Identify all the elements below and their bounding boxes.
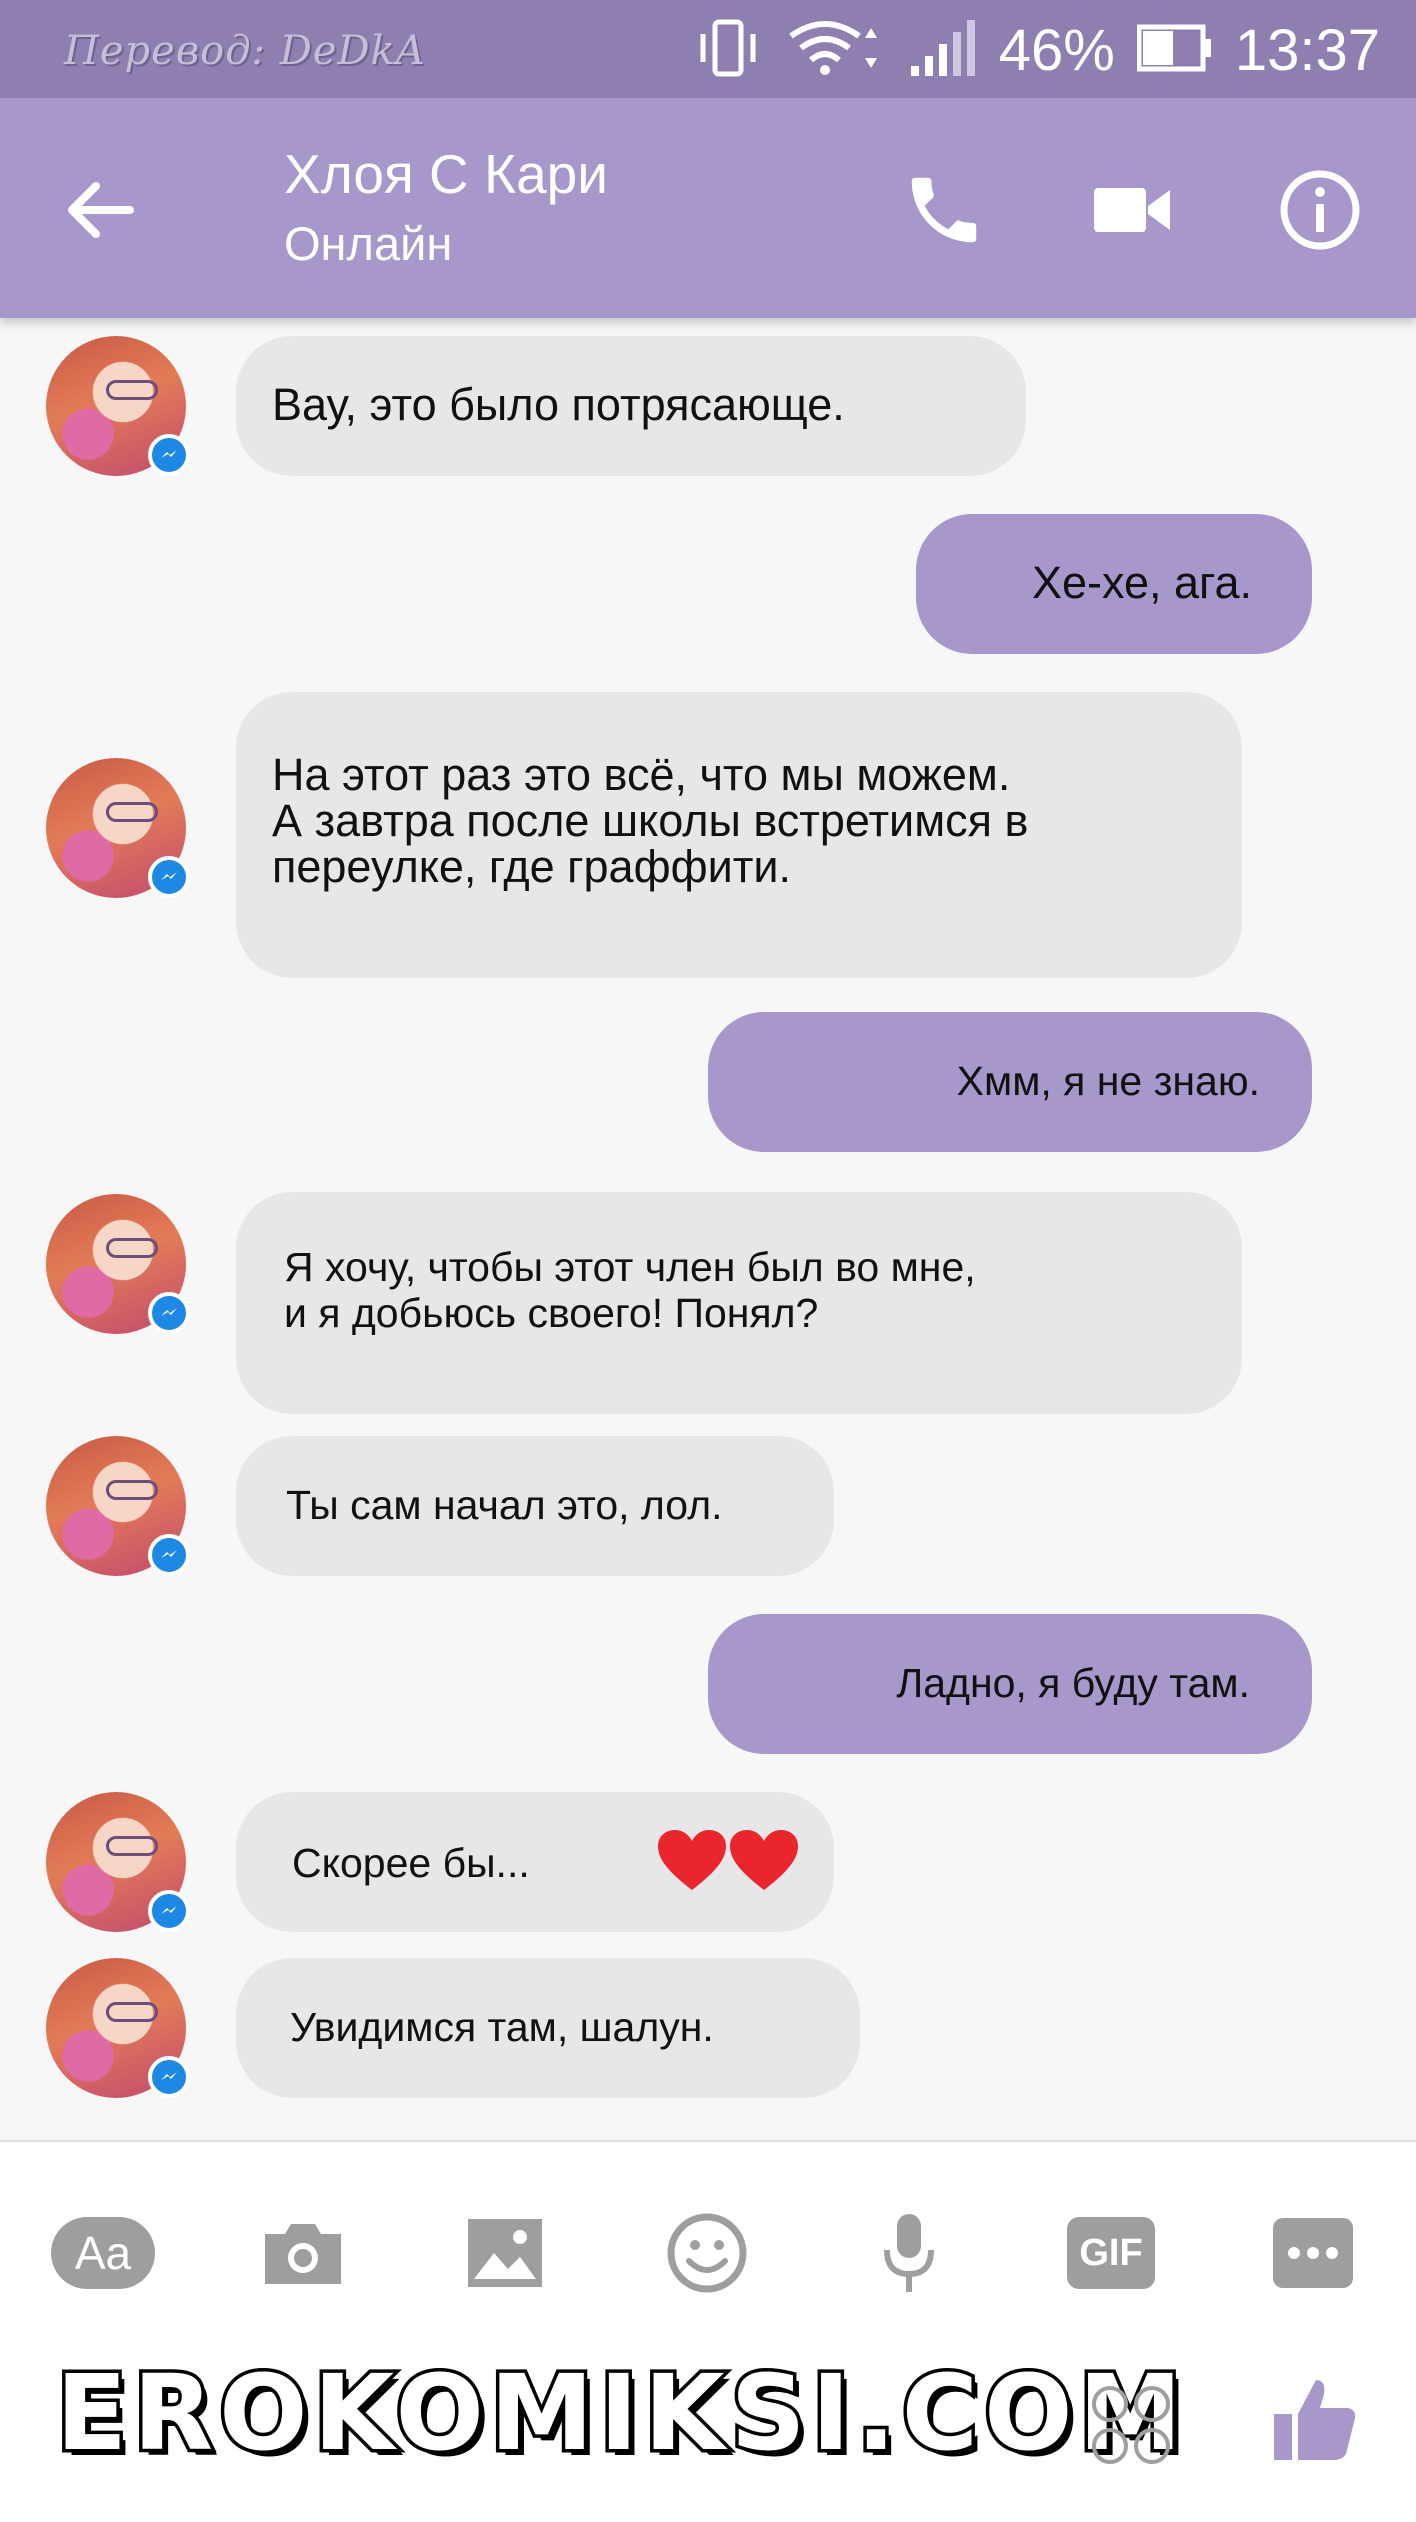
- battery-percent: 46%: [998, 17, 1115, 83]
- more-dots-icon: [1273, 2218, 1353, 2288]
- message-bubble-incoming[interactable]: Вау, это было потрясающе.: [236, 336, 1026, 476]
- message-text: Хмм, я не знаю.: [956, 1058, 1260, 1104]
- messenger-badge-icon: [148, 856, 190, 898]
- camera-icon: [265, 2224, 341, 2284]
- message-text: Я хочу, чтобы этот член был во мне, и я …: [284, 1244, 976, 1336]
- like-button[interactable]: [1270, 2374, 1380, 2484]
- thumbs-up-icon: [1274, 2380, 1356, 2460]
- text-tool-label: Aa: [51, 2217, 155, 2289]
- info-icon: [1280, 170, 1360, 250]
- messenger-badge-icon: [148, 2056, 190, 2098]
- avatar[interactable]: [46, 758, 190, 898]
- message-text: Хе-хе, ага.: [1031, 557, 1252, 608]
- contact-status: Онлайн: [284, 217, 453, 270]
- messenger-badge-icon: [148, 434, 190, 476]
- message-text: Вау, это было потрясающе.: [272, 379, 845, 430]
- message-text: Ладно, я буду там.: [896, 1660, 1250, 1706]
- message-bubble-incoming[interactable]: На этот раз это всё, что мы можем. А зав…: [236, 692, 1242, 978]
- message-bubble-outgoing[interactable]: Хмм, я не знаю.: [708, 1012, 1312, 1152]
- vibrate-icon: [693, 18, 763, 83]
- avatar[interactable]: [46, 1958, 190, 2098]
- gif-label: GIF: [1067, 2217, 1155, 2289]
- chat-header: Хлоя С Кари Онлайн: [0, 98, 1416, 318]
- image-icon: [468, 2219, 542, 2287]
- avatar[interactable]: [46, 1436, 190, 1576]
- back-button[interactable]: [60, 170, 160, 250]
- phone-icon: [911, 177, 977, 243]
- messenger-badge-icon: [148, 1292, 190, 1334]
- avatar[interactable]: [46, 1792, 190, 1932]
- avatar[interactable]: [46, 336, 190, 476]
- message-thread[interactable]: Вау, это было потрясающе. Хе-хе, ага. На…: [0, 318, 1416, 2140]
- video-call-button[interactable]: [1082, 160, 1182, 260]
- emoji-button[interactable]: [652, 2198, 762, 2308]
- message-text: Скорее бы...: [292, 1840, 530, 1886]
- avatar[interactable]: [46, 1194, 190, 1334]
- microphone-icon: [884, 2214, 934, 2292]
- message-text: На этот раз это всё, что мы можем. А зав…: [272, 749, 1029, 892]
- info-button[interactable]: [1270, 160, 1370, 260]
- camera-button[interactable]: [248, 2198, 358, 2308]
- message-bubble-outgoing[interactable]: Хе-хе, ага.: [916, 514, 1312, 654]
- video-camera-icon: [1094, 188, 1170, 232]
- heart-emoji-icon: [658, 1830, 798, 1890]
- message-bubble-incoming[interactable]: Увидимся там, шалун.: [236, 1958, 860, 2098]
- smiley-icon: [667, 2213, 747, 2293]
- messenger-badge-icon: [148, 1890, 190, 1932]
- status-icons: 46% 13:37: [693, 17, 1380, 83]
- status-bar: Перевод: DeDkA 46% 13:37: [0, 0, 1416, 98]
- wifi-icon: [785, 18, 885, 83]
- voice-button[interactable]: [854, 2198, 964, 2308]
- emoji-faces-icon: [1090, 2384, 1174, 2468]
- message-bubble-incoming[interactable]: Я хочу, чтобы этот член был во мне, и я …: [236, 1192, 1242, 1414]
- message-bubble-incoming[interactable]: Скорее бы...: [236, 1792, 834, 1932]
- composer-bar: Aa GIF EROKOMIKSI.COM: [0, 2140, 1416, 2522]
- gif-button[interactable]: GIF: [1056, 2198, 1166, 2308]
- text-input-button[interactable]: Aa: [48, 2198, 158, 2308]
- signal-icon: [907, 18, 977, 83]
- call-button[interactable]: [894, 160, 994, 260]
- messenger-badge-icon: [148, 1534, 190, 1576]
- message-text: Ты сам начал это, лол.: [286, 1482, 723, 1528]
- message-text: Увидимся там, шалун.: [290, 2004, 714, 2050]
- contact-name[interactable]: Хлоя С Кари: [284, 142, 608, 206]
- message-bubble-outgoing[interactable]: Ладно, я буду там.: [708, 1614, 1312, 1754]
- battery-icon: [1136, 23, 1213, 78]
- back-arrow-icon: [68, 182, 134, 238]
- message-bubble-incoming[interactable]: Ты сам начал это, лол.: [236, 1436, 834, 1576]
- translator-credit: Перевод: DeDkA: [64, 28, 426, 74]
- gallery-button[interactable]: [450, 2198, 560, 2308]
- clock: 13:37: [1234, 17, 1380, 83]
- more-options-button[interactable]: [1258, 2198, 1368, 2308]
- watermark-logo: EROKOMIKSI.COM: [53, 2349, 1188, 2478]
